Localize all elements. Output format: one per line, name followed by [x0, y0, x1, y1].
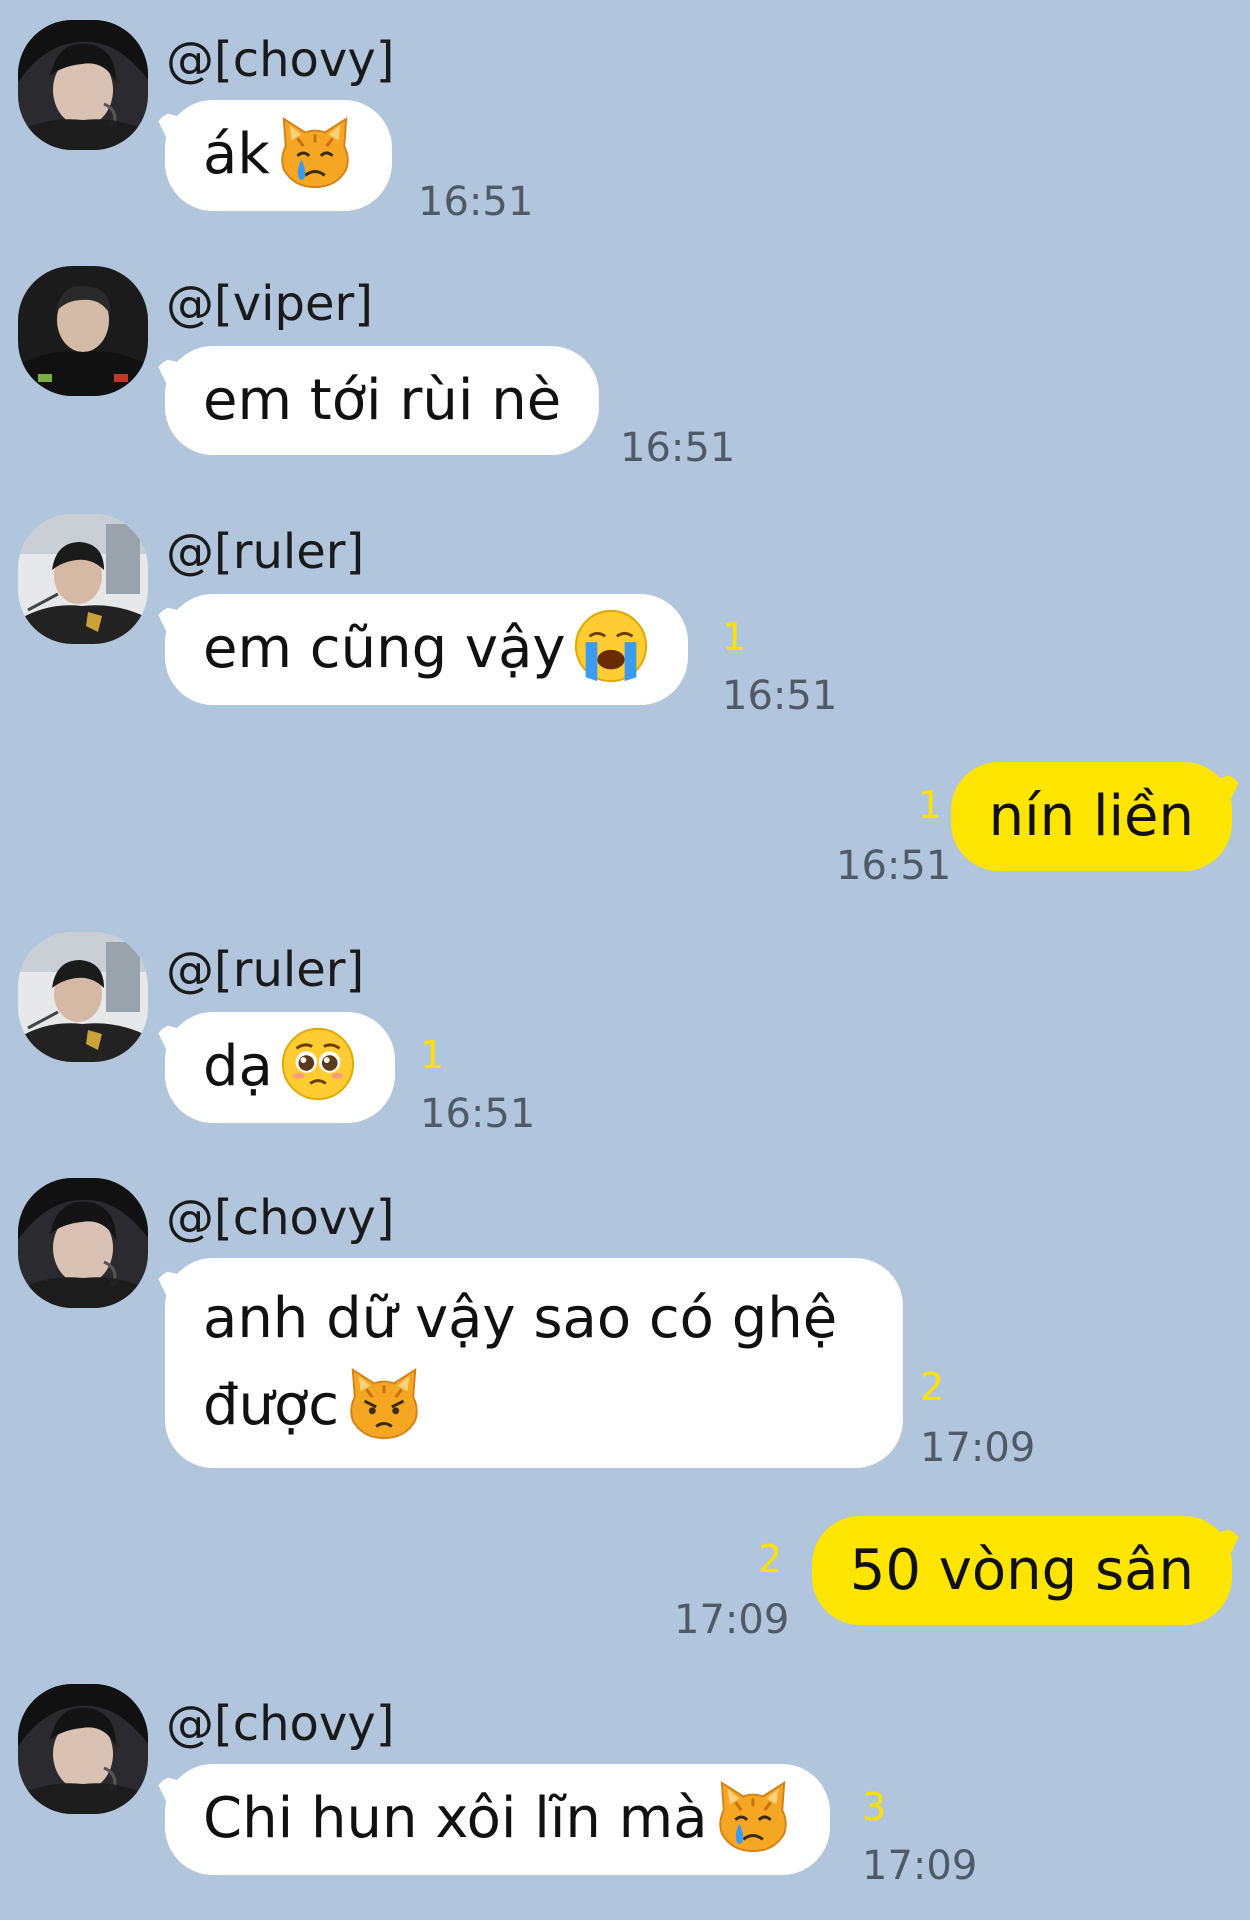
avatar[interactable]: [18, 514, 148, 644]
timestamp: 16:51: [418, 179, 534, 225]
sender-name: @[ruler]: [166, 524, 365, 580]
timestamp: 17:09: [862, 1843, 978, 1889]
avatar[interactable]: [18, 20, 148, 150]
message-item: 1 16:51 nín liền: [0, 760, 1250, 900]
crying-cat-icon: [276, 113, 354, 191]
message-item: @[viper] em tới rùi nè 16:51: [0, 266, 1250, 476]
message-item: @[ruler] em cũng vậy 1 16:51: [0, 514, 1250, 724]
unread-count: 1: [420, 1033, 445, 1077]
timestamp: 16:51: [620, 425, 736, 471]
pleading-face-icon: [279, 1025, 357, 1103]
loudly-crying-face-icon: [572, 607, 650, 685]
message-item: @[chovy] ák 16:51: [0, 20, 1250, 230]
crying-cat-icon: [714, 1777, 792, 1855]
message-text: em cũng vậy: [203, 616, 566, 681]
unread-count: 3: [862, 1785, 887, 1829]
unread-count: 2: [920, 1365, 945, 1409]
message-bubble[interactable]: nín liền: [950, 762, 1232, 872]
sender-name: @[chovy]: [166, 1696, 395, 1752]
message-text: ák: [203, 122, 270, 187]
message-bubble[interactable]: dạ: [165, 1012, 395, 1123]
avatar[interactable]: [18, 1684, 148, 1814]
message-text-line: được: [203, 1372, 340, 1438]
message-text: nín liền: [988, 784, 1194, 849]
message-item: @[ruler] dạ 1 16:51: [0, 932, 1250, 1142]
sender-name: @[chovy]: [166, 32, 395, 88]
avatar[interactable]: [18, 932, 148, 1062]
unread-count: 2: [758, 1537, 783, 1581]
message-text: em tới rùi nè: [203, 368, 562, 433]
message-text: Chi hun xôi lĩn mà: [203, 1786, 708, 1851]
message-text-line: anh dữ vậy sao có ghệ: [203, 1286, 838, 1351]
timestamp: 16:51: [722, 673, 838, 719]
unread-count: 1: [722, 615, 747, 659]
sender-name: @[viper]: [166, 276, 373, 332]
avatar[interactable]: [18, 266, 148, 396]
timestamp: 16:51: [420, 1091, 536, 1137]
message-bubble[interactable]: 50 vòng sân: [811, 1516, 1232, 1626]
message-bubble[interactable]: em cũng vậy: [165, 594, 688, 705]
chat-area[interactable]: @[chovy] ák 16:51 @[viper] em tới rùi nè…: [0, 0, 1250, 1920]
message-item: @[chovy] anh dữ vậy sao có ghệ được 2 17…: [0, 1178, 1250, 1478]
message-bubble[interactable]: Chi hun xôi lĩn mà: [165, 1764, 830, 1875]
message-item: 2 17:09 50 vòng sân: [0, 1514, 1250, 1654]
sender-name: @[chovy]: [166, 1190, 395, 1246]
timestamp: 17:09: [674, 1597, 790, 1643]
message-text: 50 vòng sân: [849, 1538, 1194, 1603]
message-bubble[interactable]: em tới rùi nè: [165, 346, 600, 456]
pouting-cat-icon: [345, 1364, 423, 1442]
timestamp: 16:51: [836, 843, 952, 889]
avatar[interactable]: [18, 1178, 148, 1308]
message-bubble[interactable]: ák: [165, 100, 392, 211]
message-bubble[interactable]: anh dữ vậy sao có ghệ được: [165, 1258, 903, 1468]
sender-name: @[ruler]: [166, 942, 365, 998]
message-text: dạ: [203, 1034, 273, 1099]
unread-count: 1: [918, 783, 943, 827]
message-item: @[chovy] Chi hun xôi lĩn mà 3 17:09: [0, 1684, 1250, 1920]
timestamp: 17:09: [920, 1425, 1036, 1471]
